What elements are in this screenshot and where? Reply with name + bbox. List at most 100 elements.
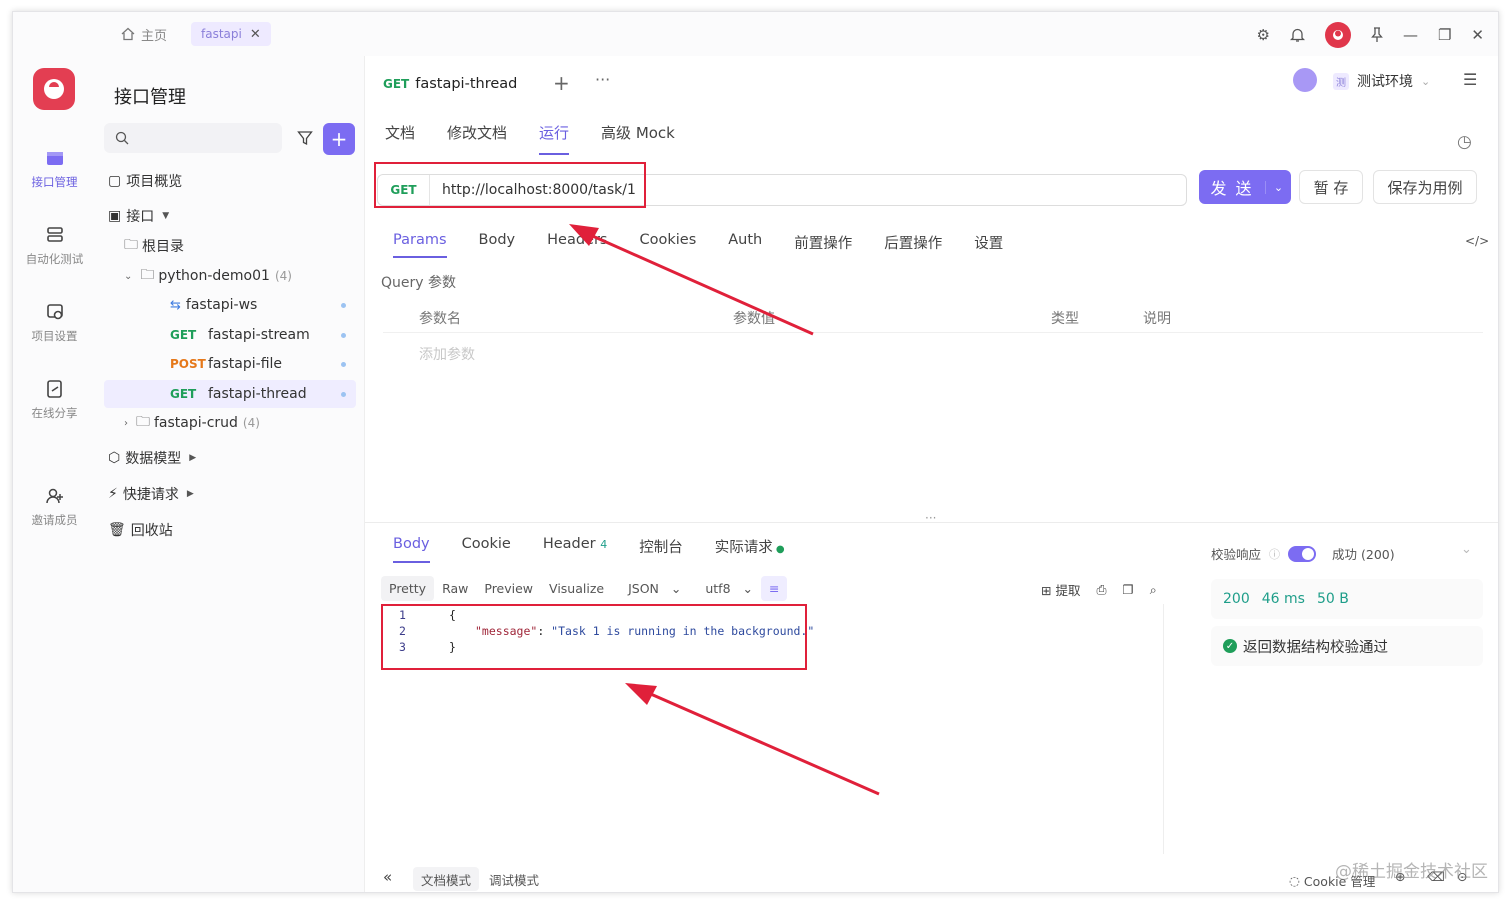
header-count: 4 [600, 538, 608, 551]
tree-item-label: 快捷请求 [122, 487, 179, 503]
close-window-icon[interactable]: ✕ [1471, 26, 1484, 44]
rail-item-invite-members[interactable]: 邀请成员 [13, 486, 96, 528]
environment-select[interactable]: 测 测试环境 ⌄ [1333, 68, 1430, 94]
tree-folder-fastapi-crud[interactable]: › 🗀 fastapi-crud (4) [124, 409, 260, 437]
chevron-down-icon[interactable]: ⌄ [1461, 542, 1472, 557]
restore-icon[interactable]: ❐ [1438, 26, 1451, 44]
settings-icon[interactable]: ⚙ [1257, 26, 1270, 44]
close-icon[interactable]: ✕ [250, 27, 261, 42]
tab-body[interactable]: Body [479, 232, 516, 258]
query-params-label: Query 参数 [381, 275, 456, 291]
collapse-icon[interactable]: « [383, 868, 392, 886]
annotation-box-response [381, 604, 807, 670]
folder-icon: 🗀 [140, 267, 155, 283]
tree-item-fastapi-stream[interactable]: GET fastapi-stream [170, 321, 356, 349]
debug-mode-button[interactable]: 调试模式 [481, 867, 548, 891]
tab-advanced-mock[interactable]: 高级 Mock [601, 122, 675, 155]
home-tab[interactable]: 主页 [121, 22, 167, 46]
copy-icon[interactable]: ❐ [1122, 582, 1133, 597]
save-as-case-button[interactable]: 保存为用例 [1373, 170, 1477, 204]
tab-edit-doc[interactable]: 修改文档 [447, 122, 507, 155]
format-json-select[interactable]: JSON ⌄ [612, 576, 689, 601]
search-input[interactable] [104, 123, 282, 153]
search-icon [115, 131, 129, 145]
rail-item-project-settings[interactable]: 项目设置 [13, 302, 96, 344]
minimize-icon[interactable]: — [1403, 26, 1418, 44]
format-raw[interactable]: Raw [434, 576, 476, 601]
status-dot [341, 332, 346, 338]
validate-toggle[interactable] [1288, 545, 1317, 562]
format-pretty[interactable]: Pretty [381, 576, 435, 601]
tree-folder-python-demo01[interactable]: ⌄ 🗀 python-demo01 (4) [124, 262, 292, 290]
tab-response-body[interactable]: Body [393, 536, 430, 563]
tab-settings[interactable]: 设置 [974, 232, 1003, 258]
drag-handle-icon[interactable]: ··· [925, 511, 936, 525]
add-param-input[interactable]: 添加参数 [419, 344, 475, 364]
chevron-down-icon: ⌄ [1421, 74, 1431, 88]
rail-item-online-share[interactable]: 在线分享 [13, 379, 96, 421]
menu-icon[interactable]: ☰ [1463, 70, 1477, 89]
new-tab-plus-icon[interactable]: + [553, 71, 570, 95]
tab-post-ops[interactable]: 后置操作 [884, 232, 942, 258]
env-switch-icon[interactable] [1293, 68, 1317, 92]
pin-icon[interactable] [1371, 27, 1383, 43]
format-preview[interactable]: Preview [476, 576, 541, 601]
tab-response-cookie[interactable]: Cookie [462, 536, 511, 563]
extract-button[interactable]: ⊞ 提取 [1041, 580, 1080, 599]
rail-item-api-management[interactable]: 接口管理 [13, 148, 96, 190]
tree-item-quick-requests[interactable]: ⚡ 快捷请求 ▶ [108, 480, 194, 508]
user-avatar[interactable] [1324, 22, 1351, 48]
tree-item-fastapi-file[interactable]: POST fastapi-file [170, 350, 356, 378]
search-icon[interactable]: ⌕ [1150, 582, 1157, 598]
doc-mode-button[interactable]: 文档模式 [413, 867, 480, 891]
tab-run[interactable]: 运行 [539, 122, 570, 155]
tab-console[interactable]: 控制台 [639, 536, 683, 563]
filter-button[interactable] [290, 123, 320, 153]
rail-item-automation[interactable]: 自动化测试 [13, 225, 96, 267]
tab-params[interactable]: Params [393, 232, 447, 258]
folder-name: python-demo01 [158, 268, 270, 284]
tab-pre-ops[interactable]: 前置操作 [794, 232, 852, 258]
chevron-down-icon: ⌄ [124, 270, 133, 282]
chevron-down-icon[interactable]: ⌄ [1265, 180, 1291, 194]
tree-item-fastapi-ws[interactable]: ⇆ fastapi-ws [170, 291, 356, 319]
send-button[interactable]: 发 送 ⌄ [1199, 170, 1291, 204]
add-button[interactable]: + [323, 123, 355, 155]
project-tab[interactable]: fastapi ✕ [191, 22, 271, 46]
tree-item-interfaces[interactable]: ▣ 接口 ▼ [108, 202, 169, 230]
env-label: 测试环境 [1357, 74, 1413, 90]
tab-auth[interactable]: Auth [728, 232, 762, 258]
more-icon[interactable]: ··· [595, 70, 610, 89]
tree-item-data-models[interactable]: ⬡ 数据模型 ▶ [108, 444, 196, 472]
tree-item-label: fastapi-stream [208, 327, 310, 343]
tree-item-trash[interactable]: 🗑 回收站 [108, 516, 173, 544]
select-label: JSON [628, 581, 659, 596]
tab-doc[interactable]: 文档 [385, 122, 415, 155]
tab-cookies[interactable]: Cookies [639, 232, 696, 258]
history-icon[interactable]: ◷ [1457, 132, 1472, 152]
send-label: 发 送 [1210, 179, 1254, 198]
tree-item-root[interactable]: 🗀 根目录 [124, 232, 184, 260]
status-dot [341, 391, 346, 397]
tree-item-overview[interactable]: ▢ 项目概览 [108, 167, 182, 195]
api-tab[interactable]: GET fastapi-thread [383, 76, 517, 92]
format-visualize[interactable]: Visualize [541, 576, 612, 601]
tab-response-header[interactable]: Header 4 [543, 536, 607, 563]
app-logo[interactable] [33, 68, 75, 110]
validate-response-row: 校验响应 ⓘ 成功 (200) [1211, 544, 1395, 563]
wrap-icon[interactable]: ≡ [761, 576, 788, 601]
save-temp-button[interactable]: 暂 存 [1299, 170, 1363, 204]
code-icon[interactable]: </> [1465, 234, 1489, 248]
tree-item-label: 项目概览 [126, 174, 183, 190]
tree-item-label: fastapi-ws [185, 297, 258, 313]
col-type: 类型 [1051, 311, 1079, 327]
tab-headers[interactable]: Headers [547, 232, 607, 258]
save-response-icon[interactable]: ⎙ [1096, 582, 1106, 598]
request-tabs: Params Body Headers Cookies Auth 前置操作 后置… [393, 232, 1003, 258]
bell-icon[interactable] [1289, 27, 1305, 43]
rail-item-label: 邀请成员 [31, 513, 78, 527]
encoding-select[interactable]: utf8 ⌄ [689, 576, 761, 601]
tree-item-label: 数据模型 [125, 451, 182, 467]
tab-actual-request[interactable]: 实际请求 ● [715, 536, 785, 563]
tree-item-fastapi-thread[interactable]: GET fastapi-thread [104, 380, 356, 408]
